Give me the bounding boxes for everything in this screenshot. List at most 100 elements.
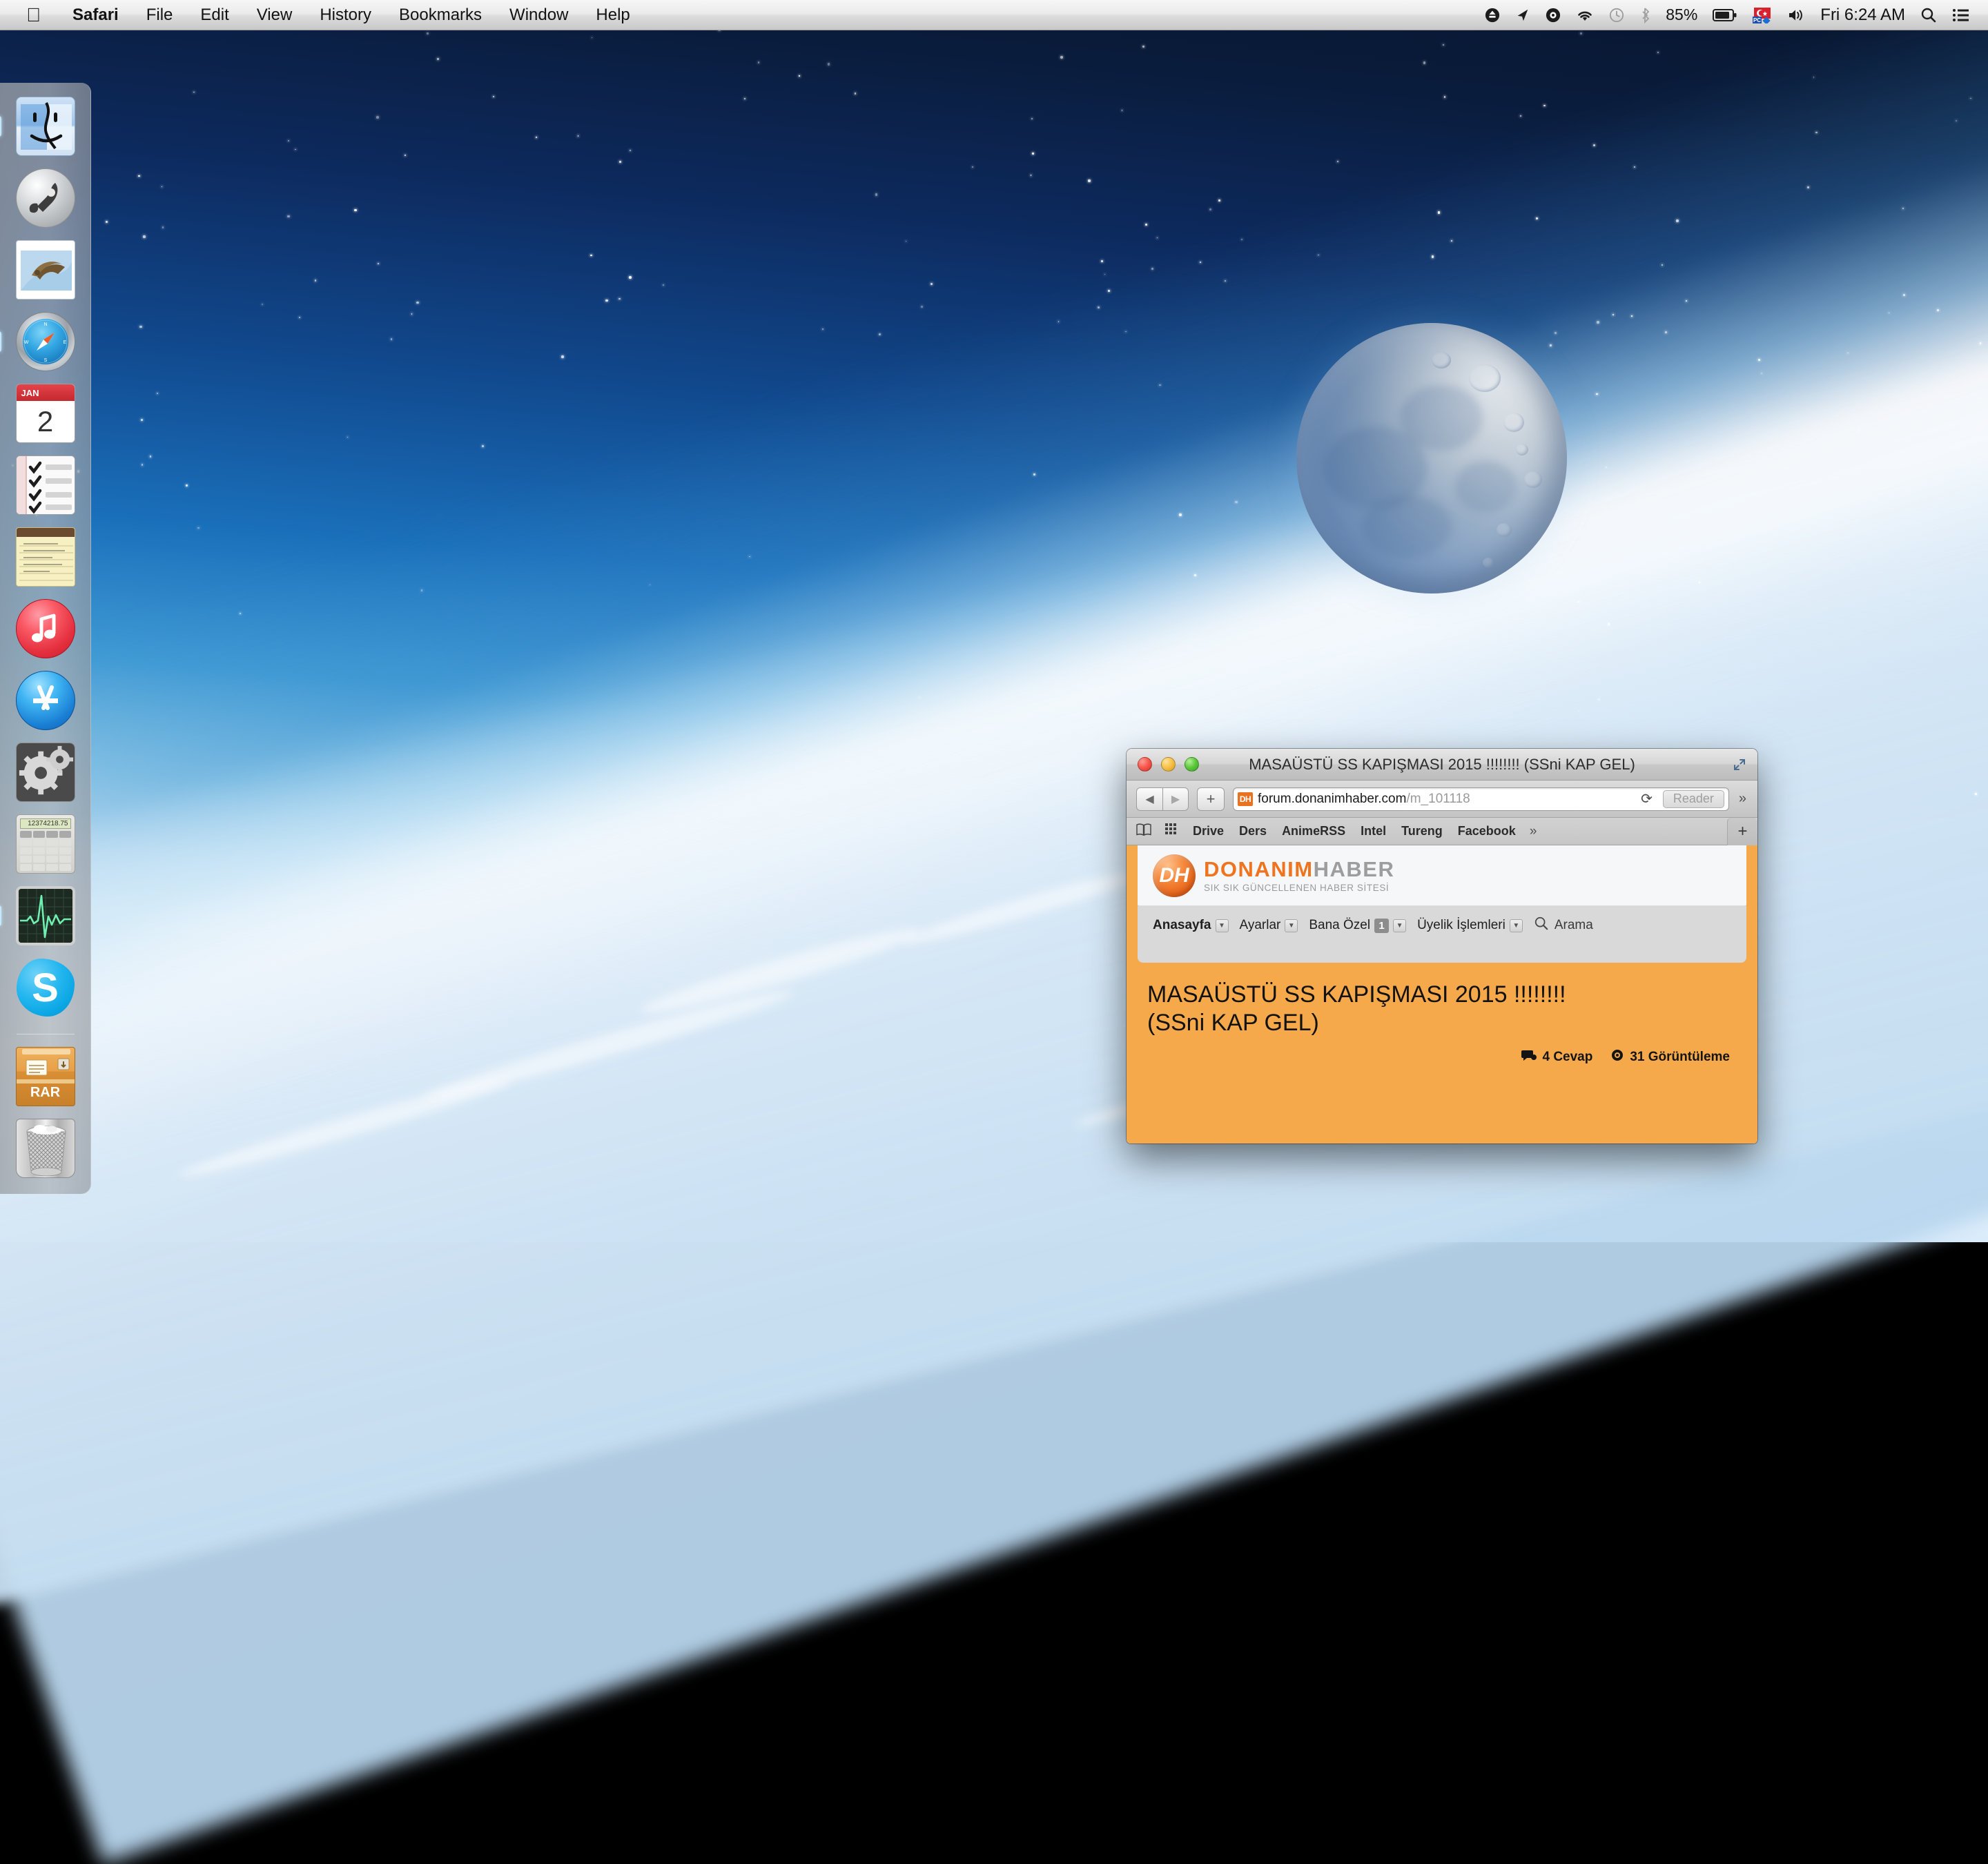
safari-window[interactable]: MASAÜSTÜ SS KAPIŞMASI 2015 !!!!!!!! (SSn… — [1127, 749, 1757, 1144]
zoom-button[interactable] — [1185, 757, 1199, 772]
dock-item-rar-archive[interactable]: RAR — [12, 1043, 79, 1110]
star — [376, 116, 379, 119]
menu-item-help[interactable]: Help — [582, 6, 643, 25]
url-text: forum.donanimhaber.com/m_101118 — [1258, 792, 1470, 807]
star — [1520, 115, 1521, 117]
menu-item-bookmarks[interactable]: Bookmarks — [385, 6, 496, 25]
turkish-flag-pc-icon[interactable]: PC — [1753, 7, 1772, 23]
reader-button[interactable]: Reader — [1663, 790, 1724, 808]
notification-center-icon[interactable] — [1952, 8, 1970, 23]
time-machine-icon[interactable] — [1609, 8, 1624, 23]
grid-top-sites-icon[interactable] — [1165, 823, 1179, 839]
dock-item-trash[interactable] — [12, 1115, 79, 1182]
bookmark-intel[interactable]: Intel — [1361, 824, 1386, 838]
site-logo[interactable]: DH DONANIMHABER SIK SIK GÜNCELLENEN HABE… — [1153, 854, 1394, 897]
star — [1686, 300, 1687, 302]
star — [1033, 473, 1035, 475]
site-navigation: Anasayfa▼ Ayarlar▼ Bana Özel1▼ Üyelik İşlem… — [1138, 906, 1746, 945]
reload-icon[interactable]: ⟳ — [1638, 790, 1655, 807]
calendar-day: 2 — [17, 401, 75, 442]
finder-icon — [16, 97, 75, 156]
dock-item-reminders[interactable] — [12, 451, 79, 519]
chevron-down-icon[interactable]: ▼ — [1510, 919, 1523, 932]
bluetooth-icon[interactable] — [1639, 7, 1650, 23]
close-button[interactable] — [1138, 757, 1152, 772]
star — [141, 419, 143, 421]
bookmark-tureng[interactable]: Tureng — [1401, 824, 1443, 838]
wifi-icon[interactable] — [1576, 8, 1594, 22]
chevron-down-icon[interactable]: ▼ — [1285, 919, 1298, 932]
menu-bar-clock[interactable]: Fri 6:24 AM — [1820, 6, 1905, 25]
chevron-down-icon[interactable]: ▼ — [1393, 919, 1406, 932]
apple-logo-icon[interactable]:  — [0, 6, 59, 25]
dock-item-system-preferences[interactable] — [12, 738, 79, 806]
star — [828, 63, 830, 65]
minimize-button[interactable] — [1161, 757, 1176, 772]
dock-item-skype[interactable]: S — [12, 954, 79, 1021]
volume-icon[interactable] — [1787, 8, 1805, 23]
dock-item-safari[interactable]: N S W E — [12, 308, 79, 375]
dock: N S W E JAN 2 — [0, 83, 91, 1194]
site-search[interactable]: Arama — [1534, 916, 1593, 935]
menu-item-view[interactable]: View — [243, 6, 306, 25]
thread-title: MASAÜSTÜ SS KAPIŞMASI 2015 !!!!!!!! (SSn… — [1147, 981, 1737, 1038]
nav-item-anasayfa[interactable]: Anasayfa▼ — [1153, 918, 1229, 933]
nav-item-ayarlar[interactable]: Ayarlar▼ — [1240, 918, 1298, 933]
menu-item-safari[interactable]: Safari — [59, 6, 133, 25]
at-circle-icon[interactable] — [1546, 8, 1561, 23]
dock-item-activity-monitor[interactable] — [12, 882, 79, 950]
menu-item-window[interactable]: Window — [496, 6, 582, 25]
fullscreen-icon[interactable] — [1733, 758, 1746, 772]
star — [1225, 280, 1226, 282]
dropbox-icon[interactable] — [1485, 8, 1500, 23]
star — [1536, 217, 1538, 219]
menu-item-edit[interactable]: Edit — [186, 6, 242, 25]
back-arrow-icon[interactable]: ◀ — [1136, 787, 1162, 811]
bookmark-ders[interactable]: Ders — [1239, 824, 1267, 838]
dock-item-app-store[interactable] — [12, 667, 79, 734]
dock-item-finder[interactable] — [12, 92, 79, 160]
address-bar[interactable]: DH forum.donanimhaber.com/m_101118 ⟳ Rea… — [1233, 787, 1729, 811]
bookmark-facebook[interactable]: Facebook — [1458, 824, 1516, 838]
battery-icon[interactable] — [1713, 8, 1737, 22]
dock-item-mail[interactable] — [12, 236, 79, 304]
arrow-share-icon[interactable] — [1515, 8, 1530, 23]
menu-item-history[interactable]: History — [306, 6, 385, 25]
dock-item-calendar[interactable]: JAN 2 — [12, 380, 79, 447]
add-bookmark-button[interactable]: + — [1197, 787, 1225, 811]
star — [1209, 208, 1211, 210]
chevron-down-icon[interactable]: ▼ — [1216, 919, 1229, 932]
book-sidebar-icon[interactable] — [1136, 823, 1151, 839]
running-indicator — [0, 905, 1, 926]
dock-item-notes[interactable] — [12, 523, 79, 591]
new-tab-button[interactable]: + — [1727, 818, 1757, 845]
star — [1060, 56, 1063, 59]
star — [493, 96, 494, 97]
bookmark-drive[interactable]: Drive — [1193, 824, 1224, 838]
logo-wordmark: DONANIMHABER SIK SIK GÜNCELLENEN HABER S… — [1204, 859, 1394, 893]
search-icon[interactable] — [1920, 7, 1937, 23]
nav-item-üyelik-i̇şlemleri[interactable]: Üyelik İşlemleri▼ — [1417, 918, 1523, 933]
star — [1758, 359, 1760, 361]
search-icon — [1534, 916, 1549, 935]
window-title-bar[interactable]: MASAÜSTÜ SS KAPIŞMASI 2015 !!!!!!!! (SSn… — [1127, 749, 1757, 781]
star — [391, 338, 392, 340]
comment-icon — [1521, 1049, 1537, 1066]
dock-item-calculator[interactable]: 12374218.75 — [12, 810, 79, 878]
bookmark-animerss[interactable]: AnimeRSS — [1282, 824, 1345, 838]
star — [561, 355, 563, 357]
moon-graphic — [1296, 323, 1567, 593]
toolbar-overflow-icon[interactable]: » — [1737, 791, 1748, 807]
bookmarks-overflow-icon[interactable]: » — [1530, 824, 1537, 839]
dock-item-launchpad[interactable] — [12, 164, 79, 232]
star — [1815, 132, 1817, 133]
star — [1661, 264, 1663, 266]
logo-word-donanim: DONANIM — [1204, 857, 1314, 881]
back-forward-group[interactable]: ◀ ▶ — [1136, 787, 1189, 811]
web-page-content: DH DONANIMHABER SIK SIK GÜNCELLENEN HABE… — [1127, 845, 1757, 1144]
dock-item-itunes[interactable] — [12, 595, 79, 663]
star — [1218, 199, 1220, 202]
forward-arrow-icon[interactable]: ▶ — [1162, 787, 1189, 811]
nav-item-bana-özel[interactable]: Bana Özel1▼ — [1309, 918, 1406, 933]
menu-item-file[interactable]: File — [133, 6, 187, 25]
